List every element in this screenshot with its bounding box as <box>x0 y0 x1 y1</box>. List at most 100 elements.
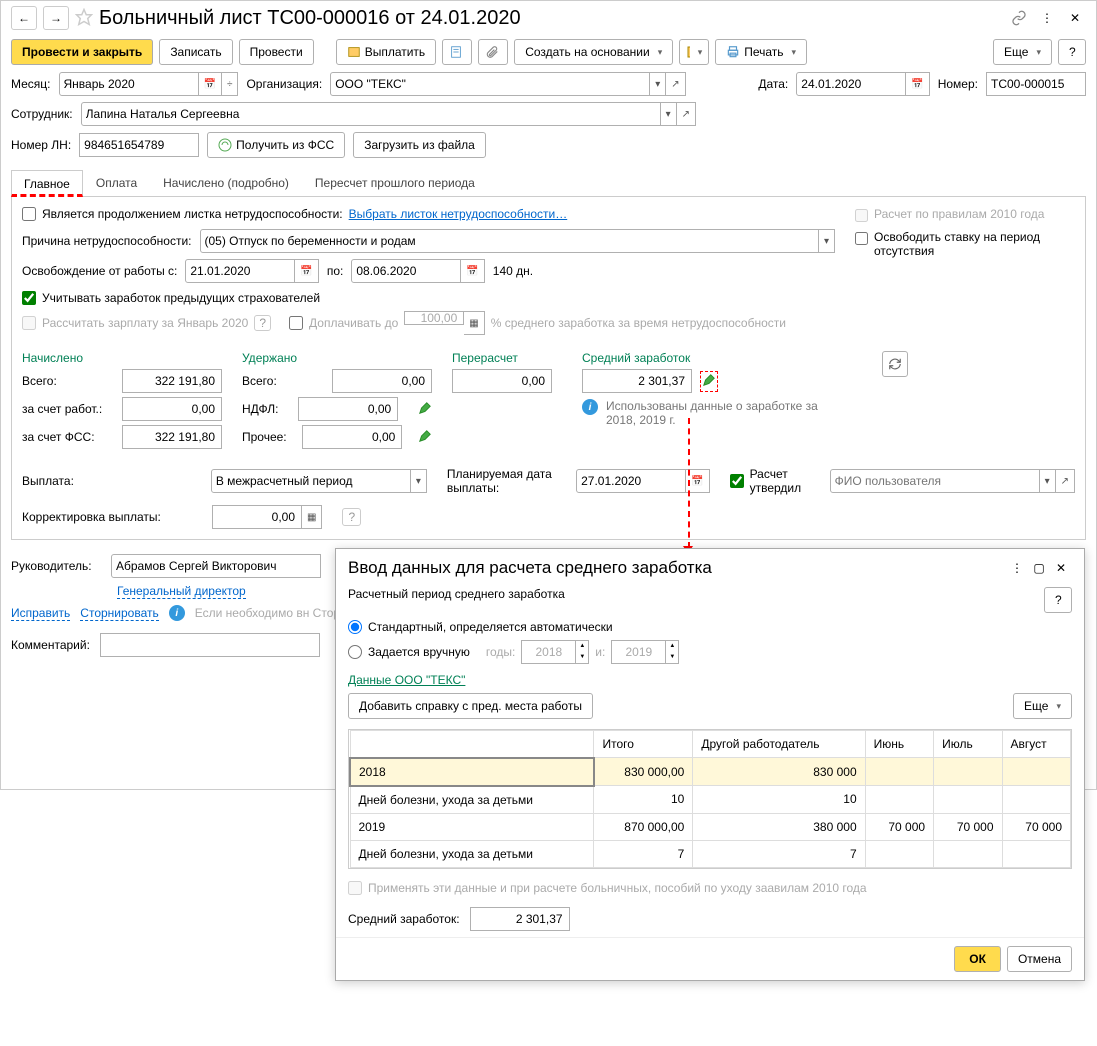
print-button[interactable]: Печать <box>715 39 807 65</box>
post-button[interactable]: Провести <box>239 39 314 65</box>
modal-more-button[interactable]: Еще <box>1013 693 1072 719</box>
date-input[interactable] <box>796 72 906 96</box>
other-input[interactable] <box>302 425 402 449</box>
close-icon[interactable]: ✕ <box>1064 7 1086 29</box>
dropdown-icon[interactable]: ▾ <box>1040 469 1056 493</box>
tab-accrued[interactable]: Начислено (подробно) <box>150 169 302 196</box>
star-icon[interactable] <box>75 8 93 29</box>
open-icon[interactable]: ↗ <box>677 102 696 126</box>
create-based-button[interactable]: Создать на основании <box>514 39 673 65</box>
forward-button[interactable]: → <box>43 6 69 30</box>
topup-input[interactable] <box>404 311 464 325</box>
open-icon[interactable]: ↗ <box>666 72 685 96</box>
calendar-icon[interactable]: 📅 <box>199 72 222 96</box>
load-file-button[interactable]: Загрузить из файла <box>353 132 486 158</box>
number-input[interactable] <box>986 72 1086 96</box>
accrued-total-input[interactable] <box>122 369 222 393</box>
correction-input[interactable] <box>212 505 302 529</box>
topup-checkbox[interactable] <box>289 316 303 330</box>
payout-input[interactable] <box>211 469 411 493</box>
ndfl-input[interactable] <box>298 397 398 421</box>
calendar-icon[interactable]: 📅 <box>906 72 929 96</box>
storno-link[interactable]: Сторнировать <box>80 606 158 621</box>
dropdown-icon[interactable]: ▾ <box>819 229 835 253</box>
back-button[interactable]: ← <box>11 6 37 30</box>
pencil-icon[interactable] <box>418 429 432 446</box>
employee-input[interactable] <box>81 102 661 126</box>
cancel-button[interactable]: Отмена <box>1007 946 1072 972</box>
add-ref-button[interactable]: Добавить справку с пред. места работы <box>348 693 593 719</box>
approved-checkbox[interactable] <box>730 474 744 488</box>
month-input[interactable] <box>59 72 199 96</box>
calendar-icon[interactable]: 📅 <box>295 259 318 283</box>
modal-help-button[interactable]: ? <box>1044 587 1072 613</box>
employer-input[interactable] <box>122 397 222 421</box>
table-header[interactable]: Другой работодатель <box>693 731 865 758</box>
org-input[interactable] <box>330 72 650 96</box>
manual-radio[interactable] <box>348 645 362 659</box>
year2-input[interactable] <box>611 640 666 664</box>
calc-icon[interactable]: ▦ <box>302 505 322 529</box>
help-icon[interactable]: ? <box>342 508 361 526</box>
maximize-icon[interactable]: ▢ <box>1028 557 1050 579</box>
manager-position-link[interactable]: Генеральный директор <box>117 584 246 599</box>
modal-avg-input[interactable] <box>470 907 570 931</box>
doc-icon-button[interactable] <box>442 39 472 65</box>
fix-link[interactable]: Исправить <box>11 606 70 621</box>
edit-avg-icon[interactable] <box>700 371 718 392</box>
std-radio[interactable] <box>348 620 362 634</box>
recalc-input[interactable] <box>452 369 552 393</box>
table-header[interactable]: Июнь <box>865 731 933 758</box>
dropdown-icon[interactable]: ▾ <box>411 469 427 493</box>
data-table[interactable]: ИтогоДругой работодательИюньИюльАвгуст20… <box>348 729 1072 869</box>
link-icon[interactable] <box>1008 7 1030 29</box>
pencil-icon[interactable] <box>418 401 432 418</box>
open-icon[interactable]: ↗ <box>1056 469 1075 493</box>
planned-date-input[interactable] <box>576 469 686 493</box>
table-row[interactable]: Дней болезни, ухода за детьми77 <box>350 840 1071 867</box>
year1-input[interactable] <box>521 640 576 664</box>
withheld-total-input[interactable] <box>332 369 432 393</box>
org-icon-button[interactable] <box>679 39 709 65</box>
dropdown-icon[interactable]: ▾ <box>650 72 666 96</box>
help-button[interactable]: ? <box>1058 39 1086 65</box>
spin-down[interactable]: ▼ <box>576 652 588 663</box>
spin-up[interactable]: ▲ <box>576 641 588 652</box>
tab-payment[interactable]: Оплата <box>83 169 150 196</box>
more-button[interactable]: Еще <box>993 39 1052 65</box>
comment-input[interactable] <box>100 633 320 657</box>
date-to-input[interactable] <box>351 259 461 283</box>
ok-button[interactable]: ОК <box>954 946 1001 972</box>
data-header[interactable]: Данные ООО "ТЕКС" <box>336 667 1084 689</box>
calc-icon[interactable]: ▦ <box>464 311 484 335</box>
ln-input[interactable] <box>79 133 199 157</box>
table-header[interactable] <box>350 731 594 758</box>
table-header[interactable]: Итого <box>594 731 693 758</box>
menu-icon[interactable]: ⋮ <box>1006 557 1028 579</box>
dropdown-icon[interactable]: ▾ <box>661 102 677 126</box>
table-header[interactable]: Июль <box>934 731 1002 758</box>
table-row[interactable]: Дней болезни, ухода за детьми1010 <box>350 786 1071 814</box>
spin-down[interactable]: ▼ <box>666 652 678 663</box>
tab-main[interactable]: Главное <box>11 170 83 197</box>
get-fss-button[interactable]: Получить из ФСС <box>207 132 345 158</box>
calendar-icon[interactable]: 📅 <box>461 259 484 283</box>
reason-input[interactable] <box>200 229 819 253</box>
table-header[interactable]: Август <box>1002 731 1070 758</box>
help-icon[interactable]: ? <box>254 315 271 331</box>
close-icon[interactable]: ✕ <box>1050 557 1072 579</box>
release-rate-checkbox[interactable] <box>855 232 868 245</box>
date-from-input[interactable] <box>185 259 295 283</box>
table-row[interactable]: 2019870 000,00380 00070 00070 00070 000 <box>350 813 1071 840</box>
approved-by-input[interactable] <box>830 469 1040 493</box>
continuation-checkbox[interactable] <box>22 207 36 221</box>
avg-input[interactable] <box>582 369 692 393</box>
menu-icon[interactable]: ⋮ <box>1036 7 1058 29</box>
refresh-button[interactable] <box>882 351 908 377</box>
table-row[interactable]: 2018830 000,00830 000 <box>350 758 1071 786</box>
choose-sheet-link[interactable]: Выбрать листок нетрудоспособности… <box>349 207 568 221</box>
save-button[interactable]: Записать <box>159 39 232 65</box>
pay-button[interactable]: Выплатить <box>336 39 437 65</box>
prev-insurers-checkbox[interactable] <box>22 291 36 305</box>
spin-up[interactable]: ▲ <box>666 641 678 652</box>
